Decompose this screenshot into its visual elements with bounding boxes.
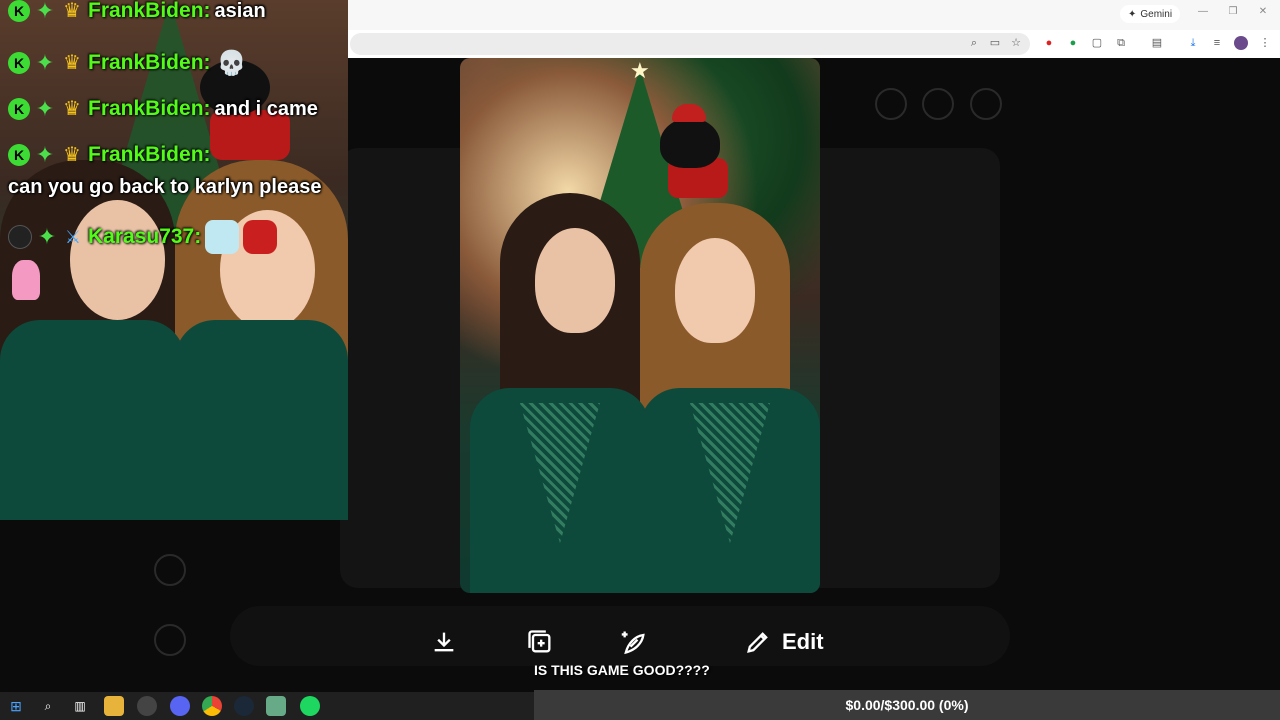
black-cat [660,118,720,168]
chat-text: and i came [214,97,318,120]
stream-overlay: K ✦ ♛ FrankBiden: asian K ✦ ♛ FrankBiden… [0,0,348,520]
sparkle-badge-icon: ✦ [37,224,57,249]
zoom-icon[interactable]: ⌕ [967,36,981,50]
chrome-icon[interactable] [202,696,222,716]
adblock-extension-icon[interactable]: ● [1042,36,1056,50]
download-icon [434,632,454,652]
sparkle-badge-icon: ✦ [35,142,55,167]
sparkle-badge-icon: ✦ [35,50,55,75]
chat-text: can you go back to karlyn please [8,176,322,198]
overlay-left-face [70,200,165,320]
add-to-collection-icon [528,630,551,653]
bookmark-star-icon[interactable]: ☆ [1009,36,1023,50]
red-character-emote-icon [243,220,278,254]
history-icon[interactable] [922,88,954,120]
overlay-left-dress [0,320,185,520]
crown-badge-icon: ♛ [63,144,81,166]
sparkle-badge-icon: ✦ [35,0,55,23]
crown-badge-icon: ♛ [63,52,81,74]
side-panel-icon[interactable]: ▤ [1150,36,1164,50]
grammar-extension-icon[interactable]: ● [1066,36,1080,50]
profile-avatar[interactable] [1234,36,1248,50]
crown-badge-icon: ♛ [63,0,81,22]
chat-message: K ✦ ♛ FrankBiden: [8,143,211,167]
donation-goal-bar: $0.00/$300.00 (0%) [534,690,1280,720]
reading-list-icon[interactable]: ≡ [1210,36,1224,50]
downloads-icon[interactable]: ⤓ [1186,36,1200,50]
obs-icon[interactable] [137,696,157,716]
remix-button[interactable] [620,622,648,662]
santa-hat [672,104,706,122]
sword-badge-icon: ⚔ [64,227,82,247]
file-explorer-icon[interactable] [104,696,124,716]
chat-username: FrankBiden: [88,0,211,22]
overlay-right-dress [175,320,348,520]
puzzle-extensions-icon[interactable]: ⧉ [1114,36,1128,50]
pink-sticker [12,260,40,300]
restore-button[interactable]: ❒ [1223,6,1243,17]
generated-image[interactable]: ★ [460,58,820,593]
anime-girl-emote-icon [205,220,240,254]
address-bar[interactable] [350,33,1030,55]
steam-icon[interactable] [234,696,254,716]
chat-message: K ✦ ♛ FrankBiden: asian [8,0,266,23]
chat-username: Karasu737: [88,225,202,248]
skull-emote-icon: 💀 [216,49,247,77]
chat-message: K ✦ ♛ FrankBiden: and i came [8,97,318,121]
chat-username: FrankBiden: [88,51,211,74]
kick-badge-icon: K [8,0,30,22]
kick-badge-icon: K [8,98,30,120]
download-button[interactable] [430,622,458,662]
chat-username: FrankBiden: [88,97,211,120]
bookmark-icon[interactable] [875,88,907,120]
sparkle-badge-icon: ✦ [35,96,55,121]
chat-message: K ✦ ♛ FrankBiden: 💀 [8,46,249,80]
edit-label: Edit [782,629,824,654]
chat-message-continuation: can you go back to karlyn please [8,176,321,199]
app-icon[interactable] [266,696,286,716]
minimize-button[interactable]: — [1193,6,1213,17]
stream-caption: IS THIS GAME GOOD???? [534,662,710,678]
kick-badge-icon: K [8,144,30,166]
user-icon[interactable] [154,554,186,586]
left-figure-face [535,228,615,333]
task-view-icon[interactable]: ▥ [70,696,90,716]
cast-icon[interactable]: ▭ [988,36,1002,50]
sparkle-leaf-icon [621,631,645,655]
add-to-collection-button[interactable] [526,622,554,662]
close-button[interactable]: ✕ [1253,6,1273,17]
crown-badge-icon: ♛ [63,98,81,120]
menu-kebab-icon[interactable]: ⋮ [1258,36,1272,50]
gemini-label: Gemini [1140,8,1173,20]
right-figure-face [675,238,755,343]
image-actions: Edit [0,622,1280,662]
pencil-icon [747,632,768,653]
sparkle-icon: ✦ [1128,8,1137,20]
chat-username: FrankBiden: [88,143,211,166]
kick-badge-icon: K [8,52,30,74]
gemini-button[interactable]: ✦ Gemini [1120,5,1181,23]
edit-button[interactable]: Edit [744,622,824,662]
extension-icon[interactable]: ▢ [1090,36,1104,50]
star-icon: ★ [630,58,650,83]
user-avatar-badge [8,225,32,249]
spotify-icon[interactable] [300,696,320,716]
search-icon[interactable]: ⌕ [38,696,58,716]
chat-message: ✦ ⚔ Karasu737: [8,220,278,254]
chat-text: asian [214,0,266,22]
compose-icon[interactable] [970,88,1002,120]
discord-icon[interactable] [170,696,190,716]
windows-start-icon[interactable]: ⊞ [6,696,26,716]
